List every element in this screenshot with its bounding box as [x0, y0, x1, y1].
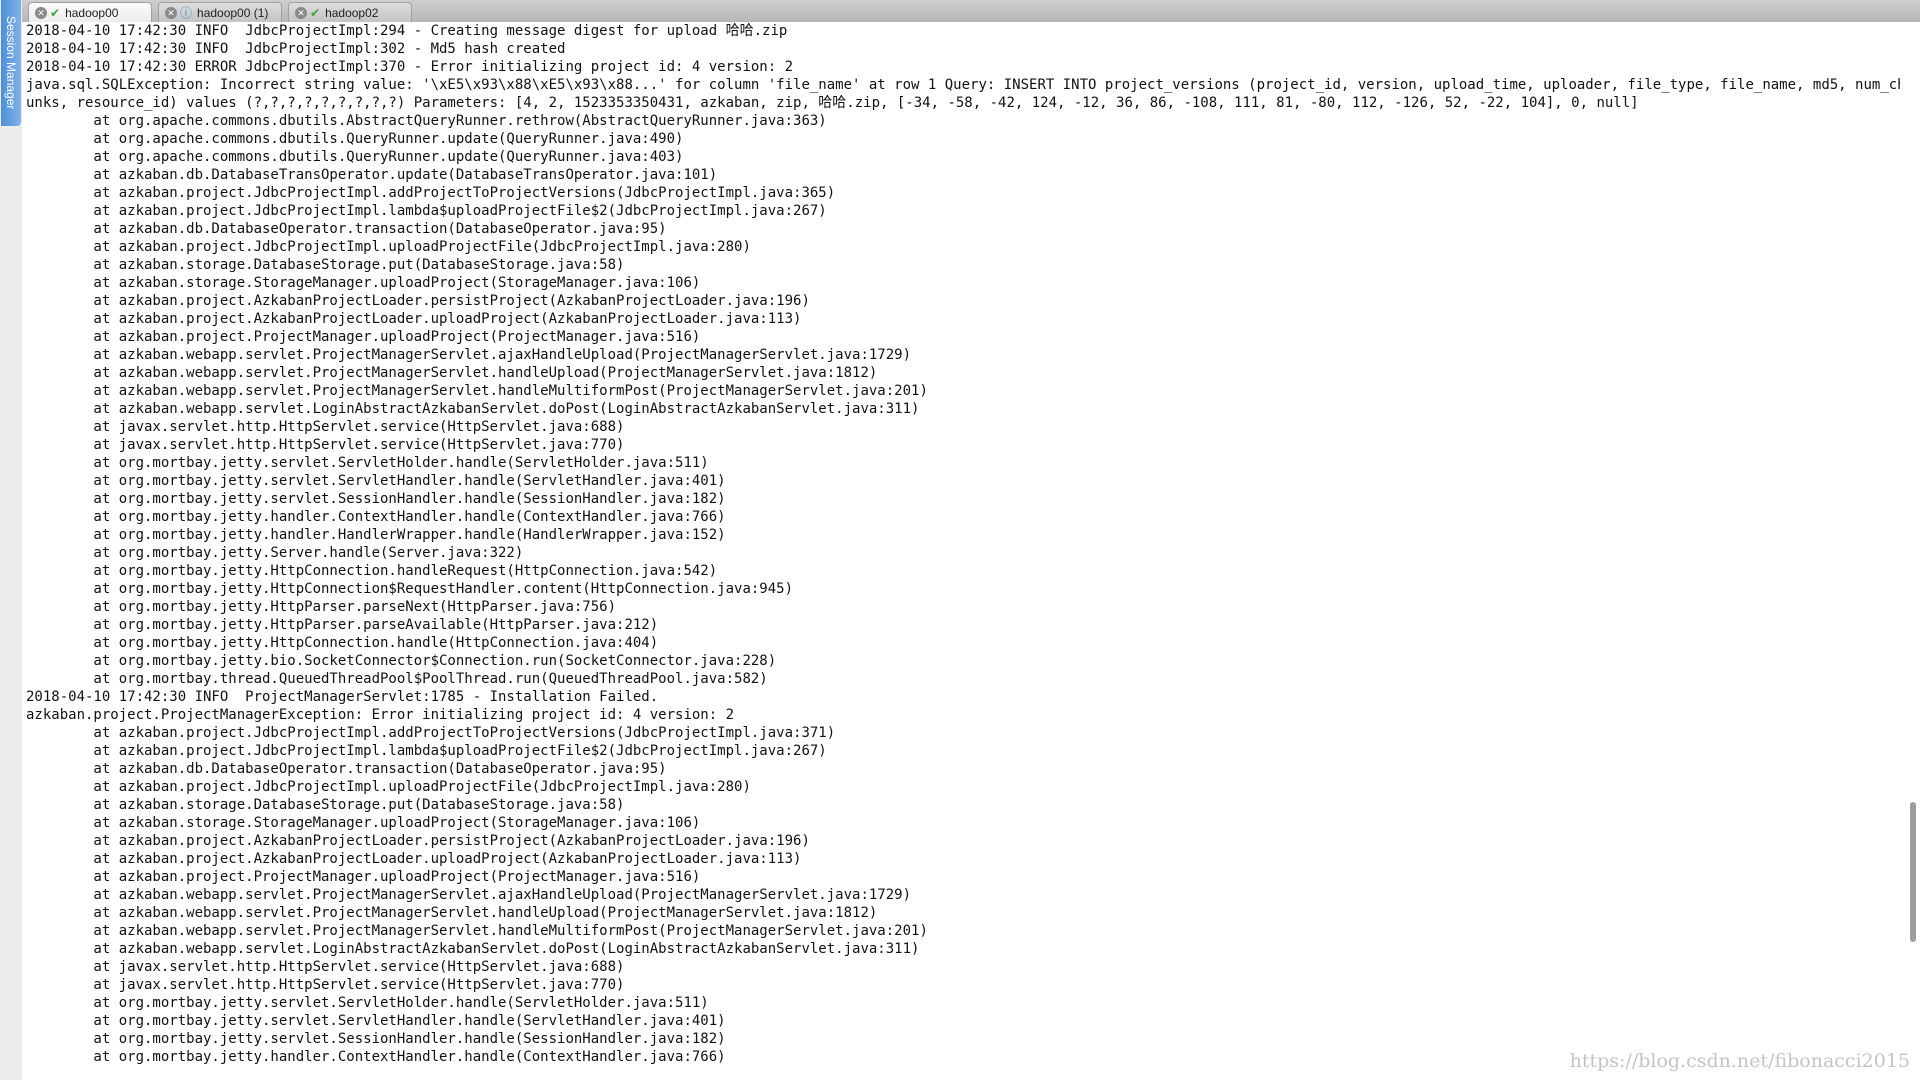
- terminal-line: java.sql.SQLException: Incorrect string …: [26, 77, 1900, 93]
- terminal-line: 2018-04-10 17:42:30 INFO ProjectManagerS…: [26, 689, 659, 705]
- terminal-line: at org.mortbay.thread.QueuedThreadPool$P…: [26, 671, 768, 687]
- tab-label: hadoop00: [65, 5, 119, 20]
- close-tab-icon[interactable]: ✕: [295, 6, 307, 19]
- terminal-line: at azkaban.storage.StorageManager.upload…: [26, 815, 701, 831]
- terminal-line: 2018-04-10 17:42:30 INFO JdbcProjectImpl…: [26, 41, 566, 57]
- terminal-line: at org.mortbay.jetty.servlet.SessionHand…: [26, 1031, 726, 1047]
- info-icon: ⓘ: [180, 6, 193, 20]
- terminal-line: at azkaban.webapp.servlet.ProjectManager…: [26, 365, 878, 381]
- terminal-line: at javax.servlet.http.HttpServlet.servic…: [26, 977, 625, 993]
- terminal-line: at org.mortbay.jetty.handler.HandlerWrap…: [26, 527, 726, 543]
- terminal-line: at azkaban.project.JdbcProjectImpl.uploa…: [26, 239, 751, 255]
- terminal-line: at org.mortbay.jetty.HttpParser.parseAva…: [26, 617, 659, 633]
- terminal-line: at org.mortbay.jetty.servlet.ServletHold…: [26, 455, 709, 471]
- tab-label: hadoop00 (1): [197, 5, 269, 20]
- terminal-line: at org.apache.commons.dbutils.QueryRunne…: [26, 149, 684, 165]
- check-icon: ✔: [50, 5, 61, 20]
- tab-hadoop02[interactable]: ✕ ✔ hadoop02: [288, 2, 412, 22]
- session-manager-tab[interactable]: Session Manager: [1, 0, 21, 126]
- terminal-line: unks, resource_id) values (?,?,?,?,?,?,?…: [26, 95, 1639, 111]
- terminal-line: at azkaban.storage.DatabaseStorage.put(D…: [26, 797, 625, 813]
- terminal-line: at javax.servlet.http.HttpServlet.servic…: [26, 959, 625, 975]
- terminal-line: at azkaban.webapp.servlet.LoginAbstractA…: [26, 401, 920, 417]
- terminal-line: at azkaban.project.JdbcProjectImpl.addPr…: [26, 185, 836, 201]
- terminal-line: at azkaban.project.ProjectManager.upload…: [26, 869, 701, 885]
- terminal-line: at azkaban.db.DatabaseOperator.transacti…: [26, 761, 667, 777]
- terminal-line: at azkaban.webapp.servlet.LoginAbstractA…: [26, 941, 920, 957]
- check-icon: ✔: [310, 5, 321, 20]
- terminal-line: 2018-04-10 17:42:30 ERROR JdbcProjectImp…: [26, 59, 794, 75]
- terminal-line: at org.mortbay.jetty.servlet.ServletHand…: [26, 1013, 726, 1029]
- terminal-line: 2018-04-10 17:42:30 INFO JdbcProjectImpl…: [26, 23, 788, 39]
- terminal-line: at azkaban.project.AzkabanProjectLoader.…: [26, 293, 810, 309]
- terminal-line: at azkaban.storage.StorageManager.upload…: [26, 275, 701, 291]
- terminal-line: at azkaban.db.DatabaseOperator.transacti…: [26, 221, 667, 237]
- scrollbar-thumb[interactable]: [1910, 802, 1916, 942]
- terminal-line: at org.apache.commons.dbutils.AbstractQu…: [26, 113, 827, 129]
- terminal-line: at azkaban.webapp.servlet.ProjectManager…: [26, 383, 928, 399]
- terminal-line: at azkaban.db.DatabaseTransOperator.upda…: [26, 167, 718, 183]
- terminal-output[interactable]: 2018-04-10 17:42:30 INFO JdbcProjectImpl…: [22, 22, 1900, 1080]
- terminal-lines: 2018-04-10 17:42:30 INFO JdbcProjectImpl…: [22, 22, 1900, 1066]
- session-manager-sidebar: Session Manager: [0, 0, 23, 1080]
- terminal-line: at azkaban.project.AzkabanProjectLoader.…: [26, 311, 802, 327]
- tab-label: hadoop02: [325, 5, 379, 20]
- terminal-line: at azkaban.storage.DatabaseStorage.put(D…: [26, 257, 625, 273]
- terminal-line: azkaban.project.ProjectManagerException:…: [26, 707, 735, 723]
- terminal-line: at azkaban.project.JdbcProjectImpl.lambd…: [26, 743, 827, 759]
- terminal-line: at org.mortbay.jetty.HttpParser.parseNex…: [26, 599, 617, 615]
- watermark: https://blog.csdn.net/fibonacci2015: [1569, 1050, 1910, 1072]
- terminal-line: at org.apache.commons.dbutils.QueryRunne…: [26, 131, 684, 147]
- terminal-line: at azkaban.webapp.servlet.ProjectManager…: [26, 347, 912, 363]
- terminal-line: at javax.servlet.http.HttpServlet.servic…: [26, 419, 625, 435]
- vertical-scrollbar[interactable]: [1900, 22, 1920, 1080]
- terminal-line: at azkaban.project.JdbcProjectImpl.addPr…: [26, 725, 836, 741]
- close-tab-icon[interactable]: ✕: [35, 6, 47, 19]
- terminal-line: at org.mortbay.jetty.handler.ContextHand…: [26, 509, 726, 525]
- tab-hadoop00-1[interactable]: ✕ ⓘ hadoop00 (1): [158, 2, 282, 22]
- session-manager-label: Session Manager: [4, 16, 18, 110]
- terminal-line: at org.mortbay.jetty.servlet.SessionHand…: [26, 491, 726, 507]
- tab-bar: ✕ ✔ hadoop00 ✕ ⓘ hadoop00 (1) ✕ ✔ hadoop…: [22, 0, 1920, 23]
- terminal-line: at org.mortbay.jetty.bio.SocketConnector…: [26, 653, 777, 669]
- terminal-line: at azkaban.project.ProjectManager.upload…: [26, 329, 701, 345]
- terminal-line: at azkaban.webapp.servlet.ProjectManager…: [26, 887, 912, 903]
- terminal-line: at azkaban.project.AzkabanProjectLoader.…: [26, 851, 802, 867]
- terminal-line: at javax.servlet.http.HttpServlet.servic…: [26, 437, 625, 453]
- terminal-line: at org.mortbay.jetty.servlet.ServletHold…: [26, 995, 709, 1011]
- terminal-line: at org.mortbay.jetty.HttpConnection.hand…: [26, 563, 718, 579]
- terminal-line: at azkaban.project.AzkabanProjectLoader.…: [26, 833, 810, 849]
- tab-hadoop00[interactable]: ✕ ✔ hadoop00: [28, 2, 152, 22]
- close-tab-icon[interactable]: ✕: [165, 6, 177, 19]
- terminal-line: at azkaban.webapp.servlet.ProjectManager…: [26, 905, 878, 921]
- terminal-line: at azkaban.webapp.servlet.ProjectManager…: [26, 923, 928, 939]
- terminal-line: at org.mortbay.jetty.HttpConnection$Requ…: [26, 581, 794, 597]
- terminal-line: at azkaban.project.JdbcProjectImpl.uploa…: [26, 779, 751, 795]
- terminal-line: at org.mortbay.jetty.Server.handle(Serve…: [26, 545, 524, 561]
- terminal-line: at org.mortbay.jetty.servlet.ServletHand…: [26, 473, 726, 489]
- terminal-line: at azkaban.project.JdbcProjectImpl.lambd…: [26, 203, 827, 219]
- terminal-line: at org.mortbay.jetty.HttpConnection.hand…: [26, 635, 659, 651]
